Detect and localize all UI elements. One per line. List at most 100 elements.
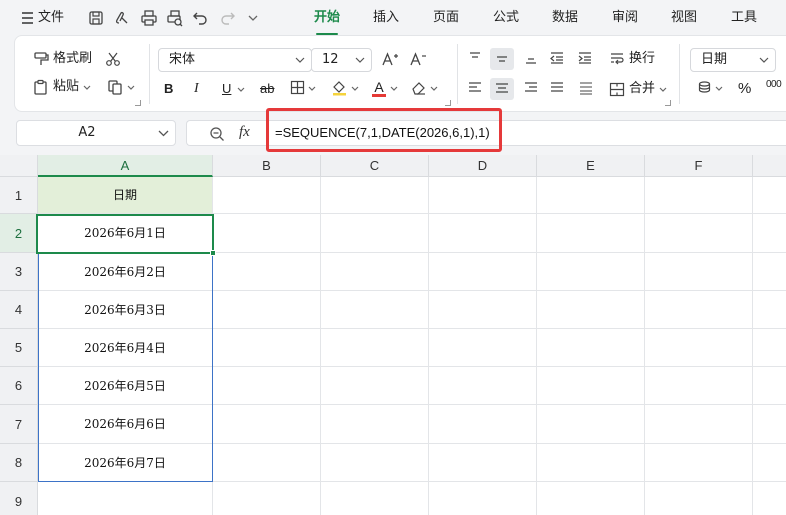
empty-cell[interactable]: [213, 482, 321, 515]
empty-cell[interactable]: [753, 405, 786, 444]
column-header-c[interactable]: C: [321, 155, 429, 177]
chevron-down-icon[interactable]: [236, 84, 246, 94]
align-middle-button[interactable]: [490, 48, 514, 70]
empty-cell[interactable]: [537, 177, 645, 214]
borders-button[interactable]: [290, 80, 317, 95]
empty-cell[interactable]: [537, 291, 645, 329]
hamburger-menu-icon[interactable]: [20, 9, 38, 27]
empty-cell[interactable]: [429, 405, 537, 444]
row-header[interactable]: 8: [0, 444, 38, 482]
empty-cell[interactable]: [213, 177, 321, 214]
paste-button[interactable]: 粘贴: [33, 78, 92, 96]
font-size-select[interactable]: 12: [311, 48, 372, 72]
empty-cell[interactable]: [753, 177, 786, 214]
empty-cell[interactable]: [753, 214, 786, 253]
tab-insert[interactable]: 插入: [373, 8, 399, 28]
empty-cell[interactable]: [753, 444, 786, 482]
empty-cell[interactable]: [645, 253, 753, 291]
tab-formulas[interactable]: 公式: [493, 8, 519, 28]
empty-cell[interactable]: [645, 177, 753, 214]
date-cell[interactable]: 2026年6月5日: [38, 367, 213, 405]
empty-cell[interactable]: [321, 177, 429, 214]
row-header[interactable]: 1: [0, 177, 38, 214]
empty-cell[interactable]: [321, 329, 429, 367]
wrap-text-button[interactable]: 换行: [609, 50, 655, 68]
empty-cell[interactable]: [321, 367, 429, 405]
fill-handle[interactable]: [210, 250, 216, 256]
empty-cell[interactable]: [753, 482, 786, 515]
align-top-button[interactable]: [467, 51, 483, 65]
empty-cell[interactable]: [321, 405, 429, 444]
merge-button[interactable]: 合并: [609, 80, 668, 98]
row-header[interactable]: 6: [0, 367, 38, 405]
empty-cell[interactable]: [753, 367, 786, 405]
empty-cell[interactable]: [429, 177, 537, 214]
alignment-launcher-icon[interactable]: [665, 100, 671, 106]
decrease-indent-button[interactable]: [549, 51, 565, 65]
column-header-d[interactable]: D: [429, 155, 537, 177]
copy-button[interactable]: [107, 79, 136, 95]
date-cell[interactable]: 2026年6月1日: [38, 214, 213, 253]
row-header[interactable]: 4: [0, 291, 38, 329]
align-bottom-button[interactable]: [523, 51, 539, 65]
align-left-button[interactable]: [467, 81, 483, 95]
row-header[interactable]: 2: [0, 214, 38, 253]
number-format-select[interactable]: 日期: [690, 48, 776, 72]
empty-cell[interactable]: [429, 329, 537, 367]
align-right-button[interactable]: [523, 81, 539, 95]
italic-button[interactable]: I: [194, 80, 199, 98]
tab-home[interactable]: 开始: [314, 8, 340, 35]
date-cell[interactable]: 2026年6月2日: [38, 253, 213, 291]
tab-page[interactable]: 页面: [433, 8, 459, 28]
font-name-select[interactable]: 宋体: [158, 48, 312, 72]
chevron-down-icon[interactable]: [158, 129, 169, 138]
tab-tools[interactable]: 工具: [731, 8, 757, 28]
thousands-separator-button[interactable]: 000: [766, 76, 782, 94]
date-cell[interactable]: 2026年6月3日: [38, 291, 213, 329]
date-cell[interactable]: 2026年6月6日: [38, 405, 213, 444]
empty-cell[interactable]: [321, 482, 429, 515]
save-icon[interactable]: [87, 9, 105, 27]
select-all-corner[interactable]: [0, 155, 38, 177]
undo-icon[interactable]: [192, 9, 210, 27]
export-pdf-icon[interactable]: [113, 9, 131, 27]
row-header[interactable]: 9: [0, 482, 38, 515]
align-center-button[interactable]: [490, 78, 514, 100]
cut-button[interactable]: [105, 51, 121, 67]
print-icon[interactable]: [140, 9, 158, 27]
increase-font-size-button[interactable]: [381, 51, 399, 67]
fill-color-button[interactable]: [331, 79, 360, 96]
format-painter-button[interactable]: 格式刷: [33, 50, 92, 68]
empty-cell[interactable]: [213, 291, 321, 329]
empty-cell[interactable]: [429, 367, 537, 405]
column-header-e[interactable]: E: [537, 155, 645, 177]
row-header[interactable]: 7: [0, 405, 38, 444]
empty-cell[interactable]: [213, 405, 321, 444]
empty-cell[interactable]: [429, 291, 537, 329]
empty-cell[interactable]: [213, 444, 321, 482]
font-launcher-icon[interactable]: [445, 100, 451, 106]
clipboard-launcher-icon[interactable]: [135, 100, 141, 106]
empty-cell[interactable]: [429, 444, 537, 482]
empty-cell[interactable]: [645, 367, 753, 405]
empty-cell[interactable]: [537, 253, 645, 291]
empty-cell[interactable]: [429, 482, 537, 515]
date-cell[interactable]: 2026年6月4日: [38, 329, 213, 367]
underline-button[interactable]: U: [222, 80, 231, 98]
empty-cell[interactable]: [645, 405, 753, 444]
zoom-out-icon[interactable]: [209, 126, 225, 142]
empty-cell[interactable]: [321, 214, 429, 253]
empty-cell[interactable]: [213, 329, 321, 367]
empty-cell[interactable]: [429, 214, 537, 253]
column-header-f[interactable]: F: [645, 155, 753, 177]
empty-cell[interactable]: [753, 291, 786, 329]
empty-cell[interactable]: [321, 253, 429, 291]
empty-cell[interactable]: [213, 253, 321, 291]
justify-button[interactable]: [549, 81, 565, 95]
font-color-button[interactable]: A: [371, 78, 399, 97]
tab-view[interactable]: 视图: [671, 8, 697, 28]
empty-cell[interactable]: [645, 291, 753, 329]
empty-cell[interactable]: [537, 367, 645, 405]
bold-button[interactable]: B: [164, 80, 173, 98]
quick-access-more-icon[interactable]: [244, 9, 262, 27]
